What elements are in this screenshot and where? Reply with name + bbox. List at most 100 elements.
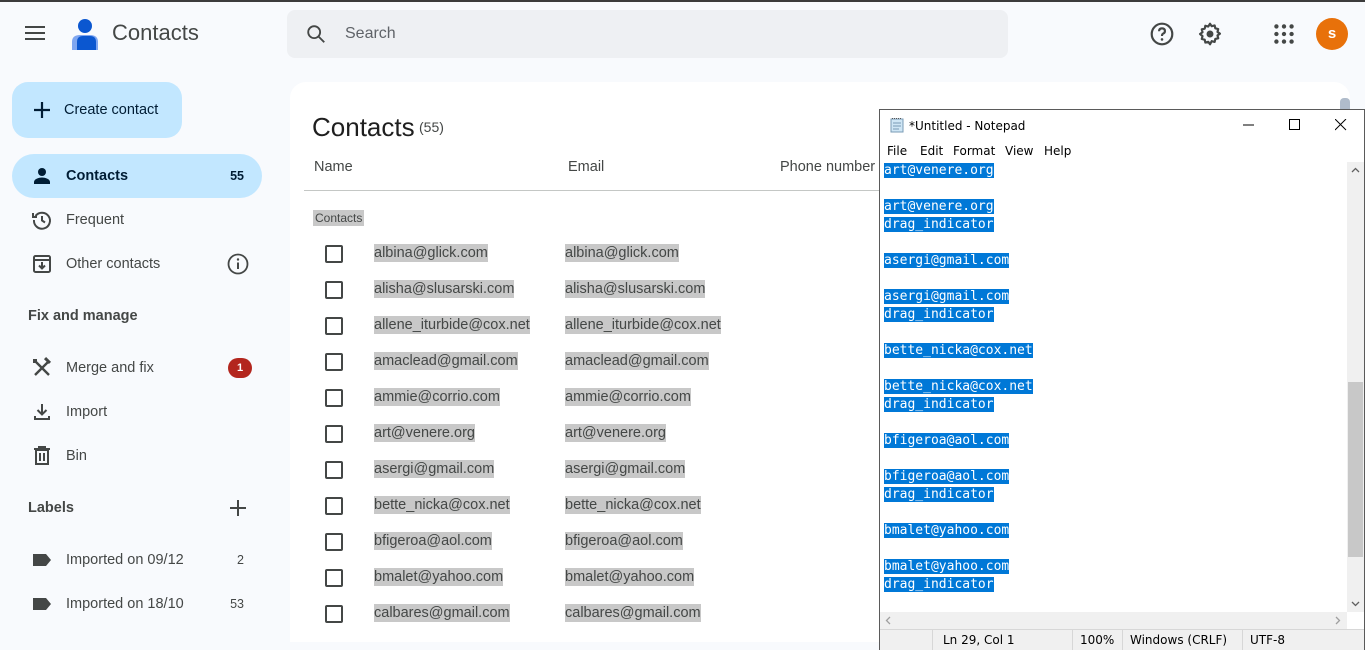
table-row[interactable]: bmalet@yahoo.com bmalet@yahoo.com (290, 560, 890, 596)
create-contact-button[interactable]: Create contact (12, 82, 182, 138)
text-line (884, 414, 1348, 432)
add-label-plus-icon[interactable] (226, 496, 250, 520)
selected-text: bmalet@yahoo.com (884, 523, 1010, 538)
row-checkbox[interactable] (325, 389, 343, 407)
sidebar-label-imported-0912[interactable]: Imported on 09/12 2 (12, 538, 262, 582)
text-line (884, 504, 1348, 522)
table-row[interactable]: amaclead@gmail.com amaclead@gmail.com (290, 344, 890, 380)
sidebar-item-other-contacts[interactable]: Other contacts (12, 242, 262, 286)
horizontal-scrollbar[interactable] (880, 612, 1347, 629)
text-line (884, 360, 1348, 378)
table-row[interactable]: allene_iturbide@cox.net allene_iturbide@c… (290, 308, 890, 344)
info-icon[interactable] (226, 252, 250, 276)
history-icon (32, 211, 51, 230)
download-icon (34, 404, 50, 420)
table-row[interactable]: bfigeroa@aol.com bfigeroa@aol.com (290, 524, 890, 560)
maximize-button[interactable] (1272, 110, 1318, 141)
contact-name: ammie@corrio.com (374, 388, 500, 406)
contact-email: asergi@gmail.com (565, 460, 686, 478)
contact-name: allene_iturbide@cox.net (374, 316, 530, 334)
sidebar-item-contacts[interactable]: Contacts 55 (12, 154, 262, 198)
sidebar-item-label: Import (66, 404, 108, 420)
sidebar-item-import[interactable]: Import (12, 390, 262, 434)
text-line: bette_nicka@cox.net (884, 342, 1348, 360)
settings-gear-icon[interactable] (1197, 21, 1223, 47)
table-row[interactable]: art@venere.org art@venere.org (290, 416, 890, 452)
sidebar-item-label: Bin (66, 448, 87, 464)
sidebar-item-label: Imported on 09/12 (66, 552, 184, 568)
selected-text: asergi@gmail.com (884, 253, 1010, 268)
column-header-phone[interactable]: Phone number (780, 159, 875, 175)
menu-file[interactable]: File (887, 144, 907, 158)
row-checkbox[interactable] (325, 461, 343, 479)
notepad-text-area[interactable]: art@venere.org art@venere.org drag_indicat… (884, 162, 1348, 612)
table-row[interactable]: calbares@gmail.com calbares@gmail.com (290, 596, 890, 632)
selected-text: art@venere.org (884, 163, 994, 178)
table-row[interactable]: bette_nicka@cox.net bette_nicka@cox.net (290, 488, 890, 524)
sidebar-item-bin[interactable]: Bin (12, 434, 262, 478)
label-icon (33, 598, 51, 610)
sidebar-item-frequent[interactable]: Frequent (12, 198, 262, 242)
column-header-email[interactable]: Email (568, 159, 604, 175)
table-row[interactable]: alisha@slusarski.com alisha@slusarski.com (290, 272, 890, 308)
row-checkbox[interactable] (325, 497, 343, 515)
window-top-border (0, 0, 1365, 2)
scroll-right-arrow-icon[interactable] (1332, 615, 1343, 626)
table-row[interactable]: ammie@corrio.com ammie@corrio.com (290, 380, 890, 416)
account-avatar[interactable]: s (1316, 18, 1348, 50)
merge-fix-icon (33, 356, 52, 376)
text-line: asergi@gmail.com (884, 252, 1348, 270)
text-line: bfigeroa@aol.com (884, 468, 1348, 486)
menu-help[interactable]: Help (1044, 144, 1071, 158)
scroll-up-arrow-icon[interactable] (1350, 165, 1361, 176)
row-checkbox[interactable] (325, 245, 343, 263)
search-bar[interactable] (287, 10, 1008, 58)
text-line: art@venere.org (884, 198, 1348, 216)
contact-name: asergi@gmail.com (374, 460, 495, 478)
table-row[interactable]: albina@glick.com albina@glick.com (290, 236, 890, 272)
row-checkbox[interactable] (325, 605, 343, 623)
contact-email: ammie@corrio.com (565, 388, 691, 406)
scroll-thumb[interactable] (1348, 382, 1363, 557)
menu-view[interactable]: View (1005, 144, 1033, 158)
text-line: bfigeroa@aol.com (884, 432, 1348, 450)
help-icon[interactable] (1149, 21, 1175, 47)
search-icon[interactable] (305, 23, 327, 45)
text-line: bette_nicka@cox.net (884, 378, 1348, 396)
row-checkbox[interactable] (325, 281, 343, 299)
row-checkbox[interactable] (325, 533, 343, 551)
selected-text: drag_indicator (884, 217, 994, 232)
notepad-titlebar[interactable]: *Untitled - Notepad (880, 110, 1364, 141)
column-header-name[interactable]: Name (314, 159, 353, 175)
notepad-menubar: File Edit Format View Help (880, 141, 1364, 161)
main-menu-icon[interactable] (22, 22, 48, 46)
menu-edit[interactable]: Edit (920, 144, 943, 158)
vertical-scrollbar[interactable] (1347, 162, 1364, 612)
contact-name: calbares@gmail.com (374, 604, 510, 622)
apps-grid-icon[interactable] (1271, 21, 1297, 47)
plus-icon (34, 102, 50, 118)
close-button[interactable] (1318, 110, 1364, 141)
contacts-logo-icon (72, 19, 98, 50)
contact-email: albina@glick.com (565, 244, 679, 262)
contact-email: bfigeroa@aol.com (565, 532, 683, 550)
sidebar-item-label: Contacts (66, 168, 129, 184)
row-checkbox[interactable] (325, 353, 343, 371)
sidebar-item-merge-and-fix[interactable]: Merge and fix (12, 346, 262, 390)
search-input[interactable] (345, 22, 945, 46)
scroll-down-arrow-icon[interactable] (1350, 598, 1361, 609)
labels-header: Labels (28, 500, 74, 516)
text-line: art@venere.org (884, 162, 1348, 180)
menu-format[interactable]: Format (953, 144, 995, 158)
row-checkbox[interactable] (325, 317, 343, 335)
row-checkbox[interactable] (325, 569, 343, 587)
minimize-button[interactable] (1226, 110, 1272, 141)
sidebar-item-label: Frequent (66, 212, 125, 228)
row-checkbox[interactable] (325, 425, 343, 443)
contact-name: bette_nicka@cox.net (374, 496, 510, 514)
scroll-left-arrow-icon[interactable] (883, 615, 894, 626)
table-row[interactable]: asergi@gmail.com asergi@gmail.com (290, 452, 890, 488)
sidebar-label-imported-1810[interactable]: Imported on 18/10 53 (12, 582, 262, 626)
close-icon (1335, 119, 1347, 131)
sidebar-item-count: 55 (230, 169, 244, 183)
